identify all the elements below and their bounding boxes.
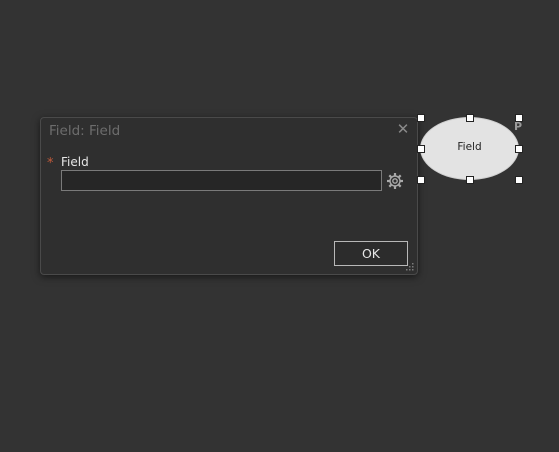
resize-handle-bottom-left[interactable] — [417, 176, 425, 184]
resize-handle-top-left[interactable] — [417, 114, 425, 122]
workspace-canvas[interactable]: Field: Field ✕ * Field OK Field P — [0, 0, 559, 452]
field-node[interactable]: Field P — [417, 114, 523, 184]
field-dialog: Field: Field ✕ * Field OK — [40, 117, 418, 275]
resize-grip-icon[interactable] — [405, 262, 415, 272]
resize-handle-top[interactable] — [466, 114, 474, 122]
settings-button[interactable] — [386, 172, 404, 190]
close-icon: ✕ — [396, 120, 410, 138]
node-label: Field — [457, 141, 482, 153]
resize-handle-bottom-right[interactable] — [515, 176, 523, 184]
resize-handle-top-right[interactable] — [515, 114, 523, 122]
ok-button[interactable]: OK — [334, 241, 408, 266]
resize-handle-bottom[interactable] — [466, 176, 474, 184]
gear-icon — [387, 173, 403, 189]
resize-handle-left[interactable] — [417, 145, 425, 153]
required-marker: * — [47, 156, 54, 171]
field-label: Field — [61, 155, 89, 169]
close-button[interactable]: ✕ — [395, 121, 411, 137]
dialog-title: Field: Field — [49, 123, 121, 139]
resize-handle-right[interactable] — [515, 145, 523, 153]
field-input[interactable] — [61, 170, 382, 191]
